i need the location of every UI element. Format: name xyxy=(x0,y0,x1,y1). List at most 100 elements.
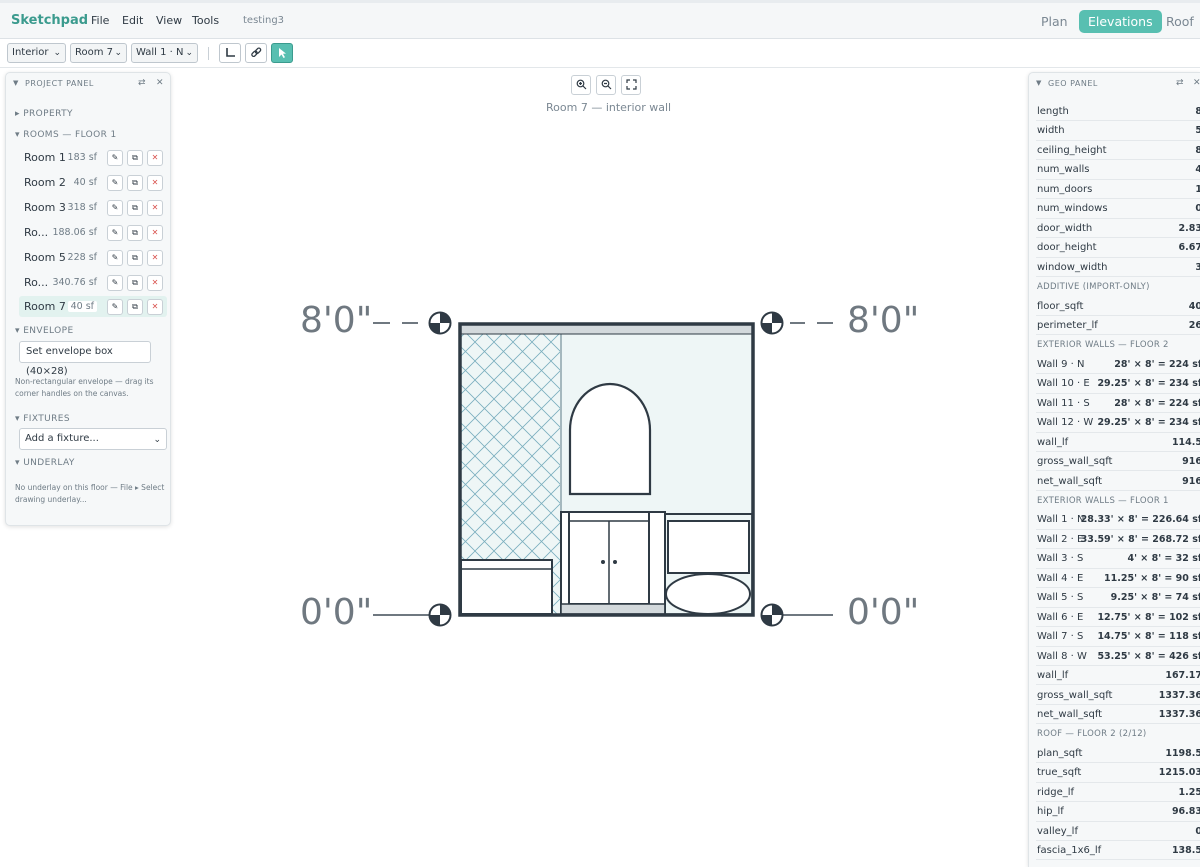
geo-row: valley_lf 0 xyxy=(1036,822,1200,842)
geo-key: true_sqft xyxy=(1037,767,1082,779)
geo-value: 8 xyxy=(1195,106,1200,117)
geo-value: 114.5 xyxy=(1171,436,1200,448)
geo-value: 33.59' × 8' = 268.72 sf xyxy=(1080,533,1200,545)
geo-panel: ▼ GEO PANEL ⇄ ✕ length 8 width 5 ceiling_hei… xyxy=(1028,72,1200,867)
geo-value: 53.25' × 8' = 426 sf xyxy=(1097,650,1200,662)
geo-row: Wall 4 · E 11.25' × 8' = 90 sf xyxy=(1036,569,1200,589)
geo-key: Wall 8 · W xyxy=(1037,650,1087,662)
geo-key: door_width xyxy=(1037,222,1093,234)
geo-key: wall_lf xyxy=(1037,436,1069,448)
geo-section-label: EXTERIOR WALLS — FLOOR 2 xyxy=(1037,340,1169,351)
geo-row: perimeter_lf 26 xyxy=(1036,316,1200,336)
geo-row: gross_wall_sqft 916 xyxy=(1036,452,1200,472)
geo-row: Wall 12 · W 29.25' × 8' = 234 sf xyxy=(1036,413,1200,433)
geo-row: num_windows 0 xyxy=(1036,199,1200,219)
geo-key: Wall 5 · S xyxy=(1037,592,1084,604)
geo-row: Wall 3 · S 4' × 8' = 32 sf xyxy=(1036,549,1200,569)
geo-row: width 5 xyxy=(1036,121,1200,141)
geo-row: door_width 2.83 xyxy=(1036,219,1200,239)
geo-value: 0 xyxy=(1195,203,1200,215)
geo-row: Wall 5 · S 9.25' × 8' = 74 sf xyxy=(1036,588,1200,608)
geo-key: num_walls xyxy=(1037,164,1090,176)
close-icon[interactable]: ✕ xyxy=(1193,78,1200,88)
geo-key: Wall 12 · W xyxy=(1037,417,1094,429)
geo-row: Wall 7 · S 14.75' × 8' = 118 sf xyxy=(1036,627,1200,647)
geo-key: Wall 2 · E xyxy=(1037,533,1084,545)
geo-key: wall_lf xyxy=(1037,670,1069,682)
geo-value: 11.25' × 8' = 90 sf xyxy=(1104,572,1200,584)
geo-row: Wall 11 · S 28' × 8' = 224 sf xyxy=(1036,394,1200,414)
corner-handle-bottom-right[interactable] xyxy=(760,603,784,627)
geo-value: 138.5 xyxy=(1171,845,1200,857)
geo-value: 6.67 xyxy=(1178,242,1200,254)
geo-value: 1 xyxy=(1195,183,1200,195)
geo-value: 1.25 xyxy=(1178,786,1200,798)
arched-mirror[interactable] xyxy=(568,382,652,496)
geo-value: 3 xyxy=(1195,261,1200,273)
geo-row: net_wall_sqft 1337.36 xyxy=(1036,705,1200,725)
geo-value: 8 xyxy=(1195,144,1200,156)
geo-value: 916 xyxy=(1182,456,1200,468)
geo-value: 40 xyxy=(1188,300,1200,312)
swap-icon[interactable]: ⇄ xyxy=(1176,78,1184,88)
geo-value: 28' × 8' = 224 sf xyxy=(1114,358,1200,370)
geo-value: 1337.36 xyxy=(1158,689,1200,701)
geo-value: 9.25' × 8' = 74 sf xyxy=(1110,592,1200,604)
geo-key: perimeter_lf xyxy=(1037,319,1098,331)
elevation-drawing[interactable] xyxy=(0,0,1200,867)
geo-row: Wall 8 · W 53.25' × 8' = 426 sf xyxy=(1036,647,1200,666)
collapse-caret-icon[interactable]: ▼ xyxy=(1036,79,1041,87)
geo-key: width xyxy=(1037,125,1065,137)
geo-key: Wall 3 · S xyxy=(1037,553,1084,565)
geo-value: 1337.36 xyxy=(1158,708,1200,720)
geo-value: 12.75' × 8' = 102 sf xyxy=(1097,611,1200,623)
geo-key: num_windows xyxy=(1037,203,1108,215)
geo-value: 1215.03 xyxy=(1158,767,1200,779)
geo-row: door_height 6.67 xyxy=(1036,238,1200,258)
geo-row: Wall 10 · E 29.25' × 8' = 234 sf xyxy=(1036,374,1200,394)
geo-key: Wall 6 · E xyxy=(1037,611,1084,623)
geo-key: door_height xyxy=(1037,242,1097,254)
geo-value: 26 xyxy=(1188,319,1200,331)
bench[interactable] xyxy=(460,559,553,615)
geo-key: net_wall_sqft xyxy=(1037,475,1103,487)
geo-key: Wall 9 · N xyxy=(1037,358,1085,370)
geo-value: 2.83 xyxy=(1178,222,1200,234)
geo-key: valley_lf xyxy=(1037,825,1078,837)
geo-key: Wall 11 · S xyxy=(1037,397,1090,409)
corner-handle-bottom-left[interactable] xyxy=(428,603,452,627)
geo-value: 916 xyxy=(1182,475,1200,487)
geo-value: 167.17 xyxy=(1165,670,1200,682)
geo-key: gross_wall_sqft xyxy=(1037,689,1113,701)
geo-row: length 8 xyxy=(1036,102,1200,122)
geo-row: wall_lf 167.17 xyxy=(1036,666,1200,686)
geo-key: floor_sqft xyxy=(1037,300,1084,312)
geo-row: gross_wall_sqft 1337.36 xyxy=(1036,686,1200,705)
geo-key: ridge_lf xyxy=(1037,786,1075,798)
geo-key: plan_sqft xyxy=(1037,747,1083,759)
geo-section-label: ADDITIVE (IMPORT-ONLY) xyxy=(1037,282,1150,293)
geo-value: 1198.5 xyxy=(1165,747,1200,759)
geo-section-label: EXTERIOR WALLS — FLOOR 1 xyxy=(1037,496,1169,506)
geo-value: 28.33' × 8' = 226.64 sf xyxy=(1080,514,1200,526)
geo-row: wall_lf 114.5 xyxy=(1036,433,1200,453)
corner-handle-top-right[interactable] xyxy=(760,311,784,335)
geo-key: Wall 10 · E xyxy=(1037,378,1090,390)
geo-row: ridge_lf 1.25 xyxy=(1036,783,1200,803)
geo-row: net_wall_sqft 916 xyxy=(1036,472,1200,491)
geo-row: ceiling_height 8 xyxy=(1036,141,1200,161)
geo-panel-header: ▼ GEO PANEL ⇄ ✕ xyxy=(1029,73,1200,95)
geo-row: Wall 1 · N 28.33' × 8' = 226.64 sf xyxy=(1036,510,1200,530)
geo-key: window_width xyxy=(1037,261,1108,273)
geo-value: 4' × 8' = 32 sf xyxy=(1127,553,1200,565)
geo-row: window_width 3 xyxy=(1036,258,1200,277)
geo-row: num_doors 1 xyxy=(1036,180,1200,200)
geo-key: hip_lf xyxy=(1037,806,1064,818)
geo-row: num_walls 4 xyxy=(1036,160,1200,180)
geo-key: net_wall_sqft xyxy=(1037,708,1103,720)
corner-handle-top-left[interactable] xyxy=(428,311,452,335)
geo-value: 96.83 xyxy=(1171,806,1200,818)
geo-section-label: ROOF — FLOOR 2 (2/12) xyxy=(1037,729,1147,740)
geo-panel-title: GEO PANEL xyxy=(1048,79,1098,88)
geo-row: Wall 2 · E 33.59' × 8' = 268.72 sf xyxy=(1036,530,1200,550)
